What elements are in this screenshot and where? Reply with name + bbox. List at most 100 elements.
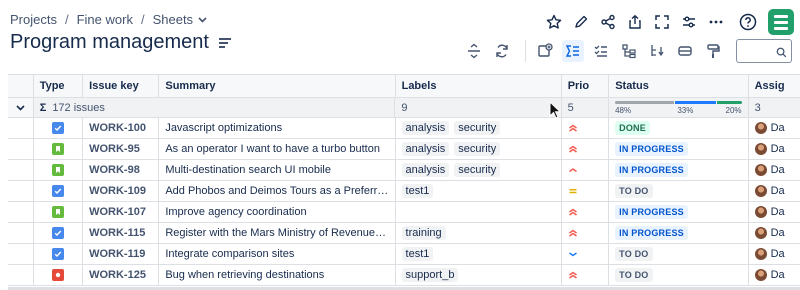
row-gutter[interactable]	[8, 202, 34, 222]
type-cell[interactable]	[34, 160, 84, 180]
summary-cell[interactable]: Bug when retrieving destinations	[159, 265, 396, 285]
star-icon[interactable]	[544, 12, 564, 32]
summary-cell[interactable]: Improve agency coordination	[159, 202, 396, 222]
issue-key[interactable]: WORK-119	[83, 244, 160, 264]
labels-cell[interactable]: analysis security	[396, 118, 562, 138]
label-tag[interactable]: analysis	[401, 142, 450, 156]
type-cell[interactable]	[34, 202, 84, 222]
type-cell[interactable]	[34, 181, 84, 201]
checklist-icon[interactable]	[590, 40, 612, 62]
label-tag[interactable]: test1	[401, 247, 434, 261]
label-tag[interactable]: security	[454, 163, 501, 177]
priority-cell[interactable]	[562, 181, 610, 201]
column-header-labels[interactable]: Labels	[396, 75, 562, 97]
table-row[interactable]: WORK-119 Integrate comparison sites test1 T…	[8, 244, 800, 265]
assignee-cell[interactable]: Da	[749, 160, 800, 180]
priority-cell[interactable]	[562, 244, 610, 264]
label-tag[interactable]: analysis	[401, 121, 450, 135]
table-row[interactable]: WORK-109 Add Phobos and Deimos Tours as a…	[8, 181, 800, 202]
help-icon[interactable]	[738, 12, 758, 32]
chevron-down-icon[interactable]	[198, 15, 207, 25]
assignee-cell[interactable]: Da	[749, 244, 800, 264]
issue-key[interactable]: WORK-95	[83, 139, 160, 159]
table-row[interactable]: WORK-100 Javascript optimizations analysis…	[8, 118, 800, 139]
labels-cell[interactable]: test1	[396, 244, 562, 264]
status-cell[interactable]: IN PROGRESS	[609, 160, 749, 180]
priority-cell[interactable]	[562, 223, 610, 243]
summary-cell[interactable]: Multi-destination search UI mobile	[159, 160, 396, 180]
issue-key[interactable]: WORK-125	[83, 265, 160, 285]
column-header-assignee[interactable]: Assig	[749, 75, 800, 97]
priority-cell[interactable]	[562, 202, 610, 222]
type-cell[interactable]	[34, 118, 84, 138]
label-tag[interactable]: training	[401, 226, 446, 240]
row-gutter[interactable]	[8, 244, 34, 264]
labels-cell[interactable]	[396, 202, 562, 222]
type-cell[interactable]	[34, 244, 84, 264]
status-badge[interactable]: TO DO	[615, 184, 653, 198]
status-badge[interactable]: IN PROGRESS	[615, 163, 688, 177]
breadcrumb-fine-work[interactable]: Fine work	[77, 12, 133, 27]
status-badge[interactable]: DONE	[615, 121, 650, 135]
labels-cell[interactable]: test1	[396, 181, 562, 201]
assignee-cell[interactable]: Da	[749, 118, 800, 138]
summary-cell[interactable]: Javascript optimizations	[159, 118, 396, 138]
type-cell[interactable]	[34, 265, 84, 285]
sum-list-icon[interactable]	[562, 40, 584, 62]
status-cell[interactable]: IN PROGRESS	[609, 202, 749, 222]
paint-format-icon[interactable]	[702, 40, 724, 62]
card-layout-icon[interactable]	[674, 40, 696, 62]
status-badge[interactable]: IN PROGRESS	[615, 142, 688, 156]
type-cell[interactable]	[34, 223, 84, 243]
issue-key[interactable]: WORK-98	[83, 160, 160, 180]
add-view-icon[interactable]	[534, 40, 556, 62]
summary-cell[interactable]: Register with the Mars Ministry of Reven…	[159, 223, 396, 243]
menu-lines-icon[interactable]	[218, 36, 231, 50]
assignee-cell[interactable]: Da	[749, 265, 800, 285]
priority-cell[interactable]	[562, 160, 610, 180]
priority-cell[interactable]	[562, 139, 610, 159]
search-field[interactable]	[736, 39, 792, 63]
summary-cell[interactable]: Integrate comparison sites	[159, 244, 396, 264]
type-cell[interactable]	[34, 139, 84, 159]
issue-key[interactable]: WORK-100	[83, 118, 160, 138]
column-header-summary[interactable]: Summary	[159, 75, 396, 97]
column-header-issue-key[interactable]: Issue key	[83, 75, 160, 97]
settings-sliders-icon[interactable]	[679, 12, 699, 32]
pencil-icon[interactable]	[571, 12, 591, 32]
status-cell[interactable]: IN PROGRESS	[609, 223, 749, 243]
row-gutter[interactable]	[8, 118, 34, 138]
hierarchy-icon[interactable]	[618, 40, 640, 62]
status-cell[interactable]: TO DO	[609, 244, 749, 264]
collapse-toggle[interactable]	[8, 98, 34, 117]
chevron-down-icon[interactable]	[16, 104, 25, 111]
row-gutter[interactable]	[8, 265, 34, 285]
breadcrumb-sheets[interactable]: Sheets	[153, 12, 193, 27]
labels-cell[interactable]: training	[396, 223, 562, 243]
row-gutter[interactable]	[8, 223, 34, 243]
status-cell[interactable]: TO DO	[609, 265, 749, 285]
status-badge[interactable]: TO DO	[615, 247, 653, 261]
label-tag[interactable]: security	[454, 142, 501, 156]
summary-cell[interactable]: Add Phobos and Deimos Tours as a Preferr…	[159, 181, 396, 201]
assignee-cell[interactable]: Da	[749, 139, 800, 159]
issue-key[interactable]: WORK-115	[83, 223, 160, 243]
status-badge[interactable]: IN PROGRESS	[615, 226, 688, 240]
column-header-prio[interactable]: Prio	[562, 75, 610, 97]
table-row[interactable]: WORK-115 Register with the Mars Ministry …	[8, 223, 800, 244]
status-badge[interactable]: IN PROGRESS	[615, 205, 688, 219]
more-icon[interactable]	[706, 12, 726, 32]
table-row[interactable]: WORK-95 As an operator I want to have a t…	[8, 139, 800, 160]
status-cell[interactable]: IN PROGRESS	[609, 139, 749, 159]
status-badge[interactable]: TO DO	[615, 268, 653, 282]
labels-cell[interactable]: analysis security	[396, 160, 562, 180]
label-tag[interactable]: security	[454, 121, 501, 135]
row-gutter[interactable]	[8, 160, 34, 180]
table-row[interactable]: WORK-98 Multi-destination search UI mobil…	[8, 160, 800, 181]
breadcrumb-projects[interactable]: Projects	[10, 12, 57, 27]
table-row[interactable]: WORK-107 Improve agency coordination IN PR…	[8, 202, 800, 223]
share-icon[interactable]	[598, 12, 618, 32]
status-cell[interactable]: DONE	[609, 118, 749, 138]
issue-key[interactable]: WORK-107	[83, 202, 160, 222]
summary-cell[interactable]: As an operator I want to have a turbo bu…	[159, 139, 396, 159]
